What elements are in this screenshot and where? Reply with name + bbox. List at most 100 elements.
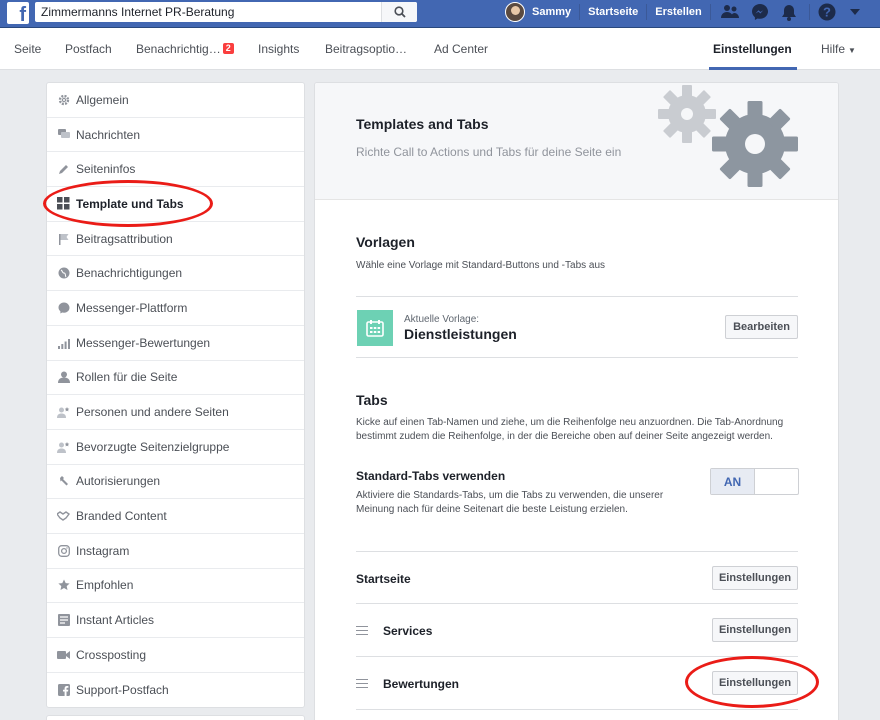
tab-settings-button[interactable]: Einstellungen [712,566,798,590]
sidebar-item-notifications[interactable]: Benachrichtigungen [47,256,304,292]
drag-handle-icon[interactable] [356,626,368,635]
template-calendar-icon [357,310,393,346]
notification-count-badge: 2 [222,43,234,54]
friend-requests-icon[interactable] [720,4,739,20]
drag-handle-icon[interactable] [356,679,368,688]
sidebar-item-support-inbox[interactable]: Support-Postfach [47,673,304,708]
search-button[interactable] [381,2,417,22]
divider [356,656,798,657]
tab-inbox[interactable]: Postfach [65,28,112,70]
pencil-icon [57,163,70,176]
sidebar-item-featured[interactable]: Empfohlen [47,569,304,604]
divider [356,296,798,297]
sidebar-item-label: Support-Postfach [76,683,169,698]
panel-header: Templates and Tabs Richte Call to Action… [315,83,838,200]
notifications-bell-icon[interactable] [781,4,797,21]
sidebar-item-label: Crossposting [76,647,147,662]
page-title: Templates and Tabs [356,116,489,132]
sidebar-item-messenger-reviews[interactable]: Messenger-Bewertungen [47,326,304,361]
divider [356,709,798,710]
small-gear-icon [658,85,716,143]
divider [356,603,798,604]
current-template-name: Dienstleistungen [404,326,517,342]
nav-divider [808,4,810,20]
tab-page[interactable]: Seite [14,28,41,70]
person-star-icon [57,406,70,419]
search-input[interactable] [35,2,381,22]
standard-tabs-title: Standard-Tabs verwenden [356,469,506,483]
templates-tabs-panel: Templates and Tabs Richte Call to Action… [314,82,839,720]
tab-settings[interactable]: Einstellungen [709,28,797,70]
tab-row-label[interactable]: Bewertungen [383,677,459,691]
tab-help[interactable]: Hilfe ▼ [821,28,856,70]
sidebar-item-authorizations[interactable]: Autorisierungen [47,465,304,500]
account-menu-caret-icon[interactable] [849,9,860,15]
page-tabs-bar: Seite Postfach Benachrichtig… 2 Insights … [0,28,880,70]
messenger-icon [57,301,70,314]
divider [356,357,798,358]
nav-divider [646,4,648,20]
sidebar-secondary-panel [46,715,305,720]
sidebar-item-label: Allgemein [76,92,129,107]
grid-icon [57,197,70,210]
sidebar-item-instagram[interactable]: Instagram [47,534,304,569]
create-link[interactable]: Erstellen [655,6,701,18]
article-icon [57,614,70,627]
sidebar-item-label: Bevorzugte Seitenzielgruppe [76,439,230,454]
sidebar-item-label: Messenger-Bewertungen [76,335,211,350]
tab-settings-button[interactable]: Einstellungen [712,618,798,642]
gear-icon [57,93,70,106]
tab-row-label[interactable]: Startseite [356,572,411,586]
tab-insights[interactable]: Insights [258,28,299,70]
tab-settings-button[interactable]: Einstellungen [712,671,798,695]
facebook-logo-icon[interactable]: f [7,2,29,24]
sidebar-item-label: Messenger-Plattform [76,300,188,315]
standard-tabs-toggle[interactable]: AN [710,468,799,495]
profile-link[interactable]: Sammy [532,6,571,18]
nav-divider [709,4,711,20]
sidebar-item-instant-articles[interactable]: Instant Articles [47,603,304,638]
sidebar-item-branded-content[interactable]: Branded Content [47,499,304,534]
divider [356,551,798,552]
tabs-section-title: Tabs [356,392,388,408]
sidebar-item-label: Instant Articles [76,613,155,628]
sidebar-item-people-other-pages[interactable]: Personen und andere Seiten [47,395,304,430]
edit-template-button[interactable]: Bearbeiten [725,315,798,339]
standard-tabs-description: Aktiviere die Standards-Tabs, um die Tab… [356,490,664,515]
tab-notifications[interactable]: Benachrichtig… 2 [136,28,234,70]
top-navigation-bar: f Sammy Startseite Erstellen ? [0,0,880,28]
help-icon[interactable]: ? [818,3,836,21]
sidebar-item-page-info[interactable]: Seiteninfos [47,152,304,188]
sidebar-item-messages[interactable]: Nachrichten [47,118,304,153]
avatar[interactable] [505,2,525,22]
sidebar-item-preferred-audience[interactable]: Bevorzugte Seitenzielgruppe [47,430,304,465]
chevron-down-icon: ▼ [848,46,856,55]
page-subtitle: Richte Call to Actions und Tabs für dein… [356,145,622,159]
toggle-on-label: AN [711,469,755,494]
sidebar-item-crossposting[interactable]: Crossposting [47,638,304,673]
tab-row-label[interactable]: Services [383,624,432,638]
video-icon [57,648,70,661]
tabs-section-description: Kicke auf einen Tab-Namen und ziehe, um … [356,417,784,442]
sidebar-item-post-attribution[interactable]: Beitragsattribution [47,222,304,257]
wrench-icon [57,475,70,488]
tab-ad-center[interactable]: Ad Center [434,28,488,70]
chat-icon [57,128,70,141]
home-link[interactable]: Startseite [588,6,638,18]
sidebar-item-messenger-platform[interactable]: Messenger-Plattform [47,291,304,326]
signal-bars-icon [57,336,70,349]
sidebar-item-general[interactable]: Allgemein [47,83,304,118]
messenger-icon[interactable] [751,3,769,21]
tab-publishing-tools[interactable]: Beitragsoptio… [325,28,407,70]
nav-divider [579,4,581,20]
sidebar-item-label: Rollen für die Seite [76,370,178,385]
sidebar-item-templates-tabs[interactable]: Template und Tabs [47,187,304,222]
top-nav-right: Sammy Startseite Erstellen ? [505,0,860,24]
sidebar-item-page-roles[interactable]: Rollen für die Seite [47,361,304,396]
tab-notifications-label: Benachrichtig… [136,42,221,56]
templates-section-description: Wähle eine Vorlage mit Standard-Buttons … [356,260,606,271]
handshake-icon [57,510,70,523]
sidebar-item-label: Beitragsattribution [76,231,173,246]
person-icon [57,371,70,384]
star-icon [57,579,70,592]
